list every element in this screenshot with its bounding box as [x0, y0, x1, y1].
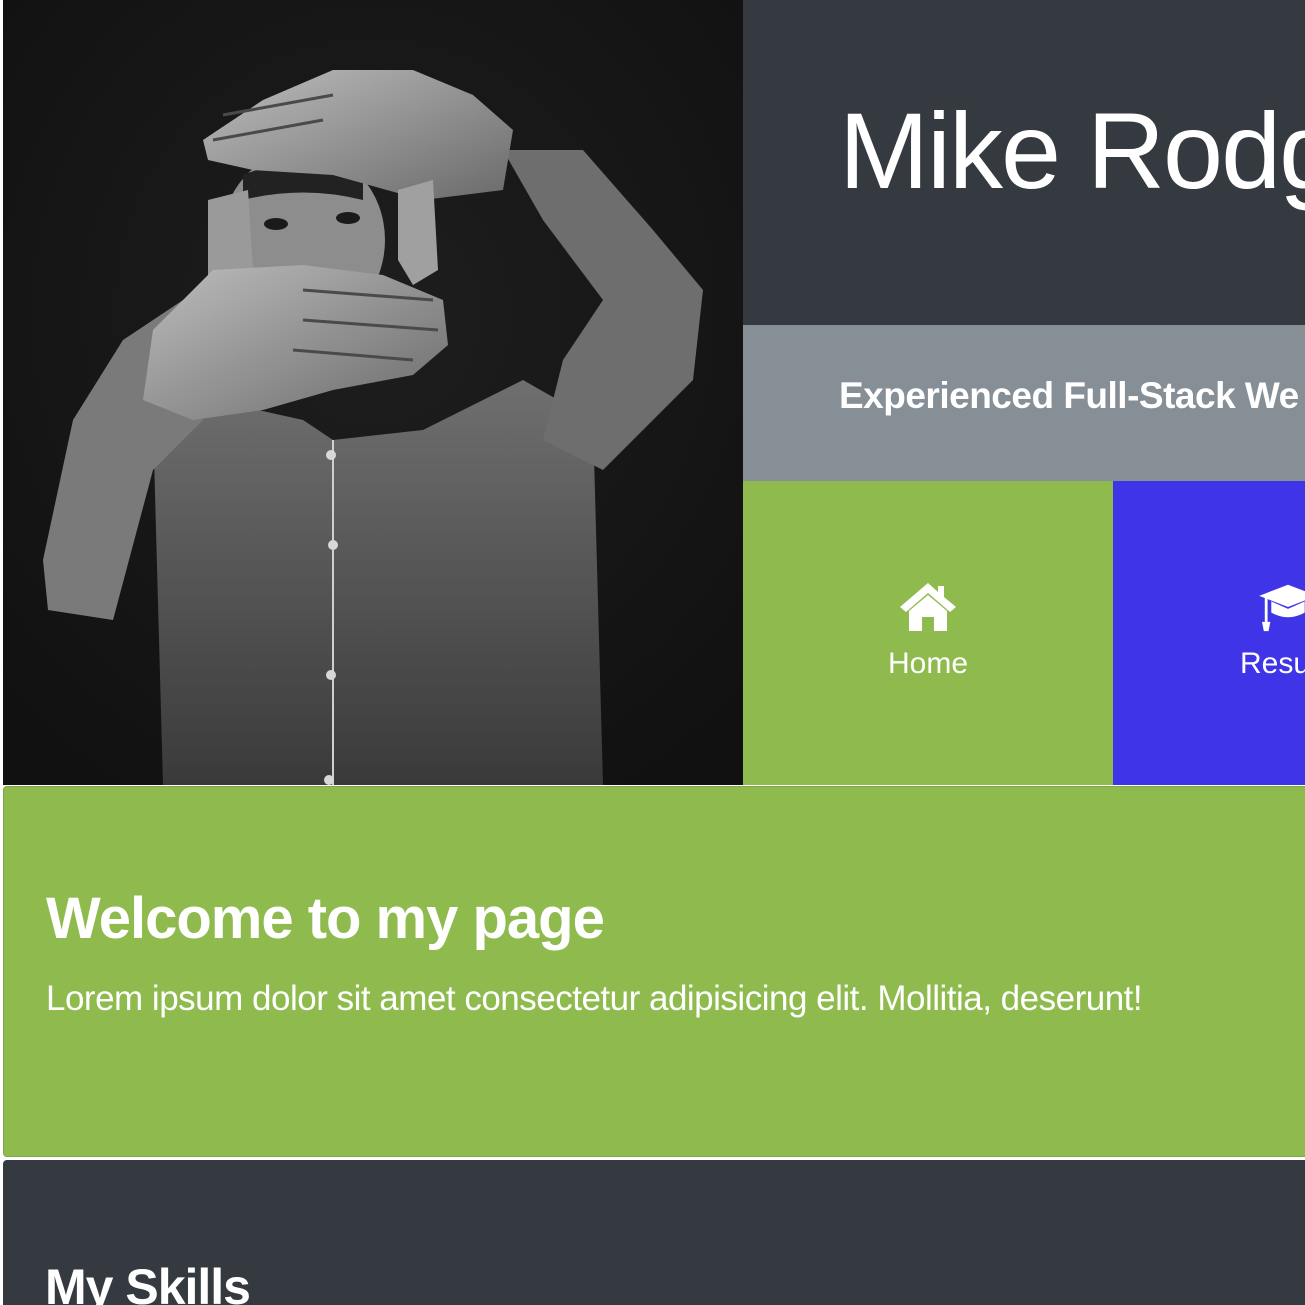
welcome-text: Lorem ipsum dolor sit amet consectetur a… — [46, 979, 1143, 1018]
nav-tile-resume[interactable]: Resu — [1113, 481, 1305, 785]
tagline: Experienced Full-Stack We — [839, 375, 1299, 416]
profile-photo — [3, 0, 743, 785]
welcome-section: Welcome to my page Lorem ipsum dolor sit… — [3, 786, 1305, 1157]
page-title: Mike Rodg — [839, 90, 1305, 211]
portrait-image — [3, 0, 743, 785]
page: Mike Rodg Experienced Full-Stack We Home… — [0, 0, 1305, 1305]
graduation-cap-icon — [1259, 584, 1305, 632]
home-icon — [900, 583, 956, 631]
tagline-banner: Experienced Full-Stack We — [743, 325, 1305, 481]
skills-section: My Skills — [3, 1160, 1305, 1305]
welcome-heading: Welcome to my page — [46, 886, 605, 951]
nav-label-home: Home — [887, 647, 969, 680]
skills-heading: My Skills — [45, 1259, 251, 1305]
nav-label-resume: Resu — [1240, 647, 1305, 680]
nav-tile-home[interactable]: Home — [743, 481, 1113, 785]
name-header: Mike Rodg — [743, 0, 1305, 325]
